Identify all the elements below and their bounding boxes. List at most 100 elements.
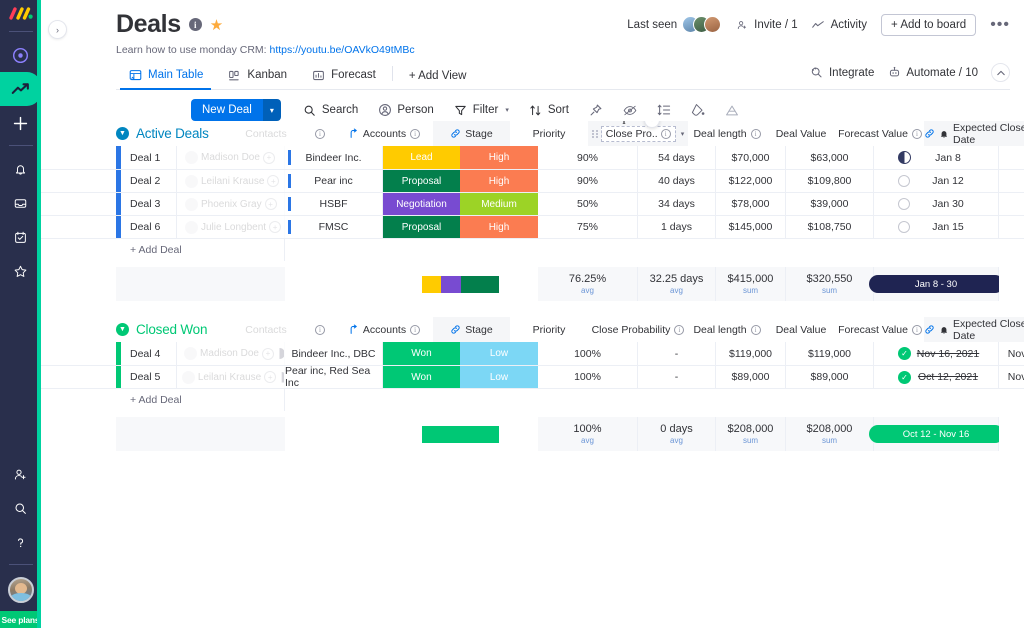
stage-status-label[interactable]: Won — [383, 366, 460, 388]
info-icon[interactable]: i — [750, 128, 761, 139]
add-deal-row[interactable]: + Add Deal — [41, 238, 1024, 261]
priority-status-label[interactable]: High — [460, 146, 538, 169]
column-header-contacts[interactable]: Contacts — [227, 317, 305, 342]
deal-value-cell[interactable]: $145,000 — [716, 216, 786, 238]
table-row[interactable]: Deal 2 Leilani Krause + Pear inc Proposal Hig… — [41, 169, 1024, 192]
deal-length-cell[interactable]: - — [638, 366, 716, 388]
close-probability-cell[interactable]: 90% — [538, 170, 638, 192]
collapse-header-button[interactable] — [991, 63, 1010, 82]
stage-status-label[interactable]: Proposal — [383, 170, 460, 192]
drag-handle-icon[interactable] — [591, 128, 598, 139]
column-header-close-probability[interactable]: Close Pro..i▾↕I — [588, 121, 688, 146]
column-header-forecast-value[interactable]: Forecast Value i — [836, 121, 924, 146]
add-view-button[interactable]: + Add View — [397, 65, 479, 89]
hide-columns-button[interactable] — [615, 99, 645, 121]
column-header-deal-length[interactable]: Deal length i — [688, 121, 766, 146]
close-date-cell[interactable] — [999, 193, 1024, 215]
automate-button[interactable]: Automate / 10 — [887, 66, 978, 80]
date-empty-icon[interactable] — [898, 221, 910, 233]
sidebar-item-add[interactable] — [0, 106, 41, 140]
add-deal-label[interactable]: + Add Deal — [121, 239, 285, 261]
close-date-cell[interactable] — [999, 216, 1024, 238]
stage-status-label[interactable]: Proposal — [383, 216, 460, 238]
table-row[interactable]: Deal 4 Madison Doe + Bindeer Inc., DBC Won Lo… — [41, 342, 1024, 365]
table-row[interactable]: Deal 3 Phoenix Gray + HSBF Negotiation Medium… — [41, 192, 1024, 215]
column-header-stage[interactable]: Stage — [433, 121, 510, 146]
column-header-accounts[interactable]: Accounts i — [335, 121, 433, 146]
tab-main-table[interactable]: Main Table — [116, 63, 215, 90]
group-title[interactable]: Closed Won — [136, 322, 227, 337]
column-title-input[interactable]: Close Pro.. i — [600, 125, 676, 142]
board-more-menu-icon[interactable]: ••• — [990, 16, 1010, 32]
contacts-cell[interactable]: Phoenix Gray + — [177, 193, 285, 215]
column-header-close-probability[interactable]: Close Probability i — [588, 317, 688, 342]
priority-cell[interactable]: Low — [460, 366, 538, 388]
pin-button[interactable] — [581, 99, 611, 121]
close-probability-cell[interactable]: 90% — [538, 146, 638, 169]
info-icon[interactable]: i — [410, 128, 421, 139]
info-icon[interactable]: i — [410, 324, 421, 335]
avatar[interactable] — [7, 577, 34, 603]
accounts-cell[interactable]: Pear inc, Red Sea Inc — [285, 366, 383, 388]
expected-close-date-cell[interactable]: Jan 30 — [874, 193, 999, 215]
expand-sidebar-button[interactable]: › — [48, 20, 67, 39]
monday-logo[interactable] — [8, 7, 33, 20]
accounts-cell[interactable]: Bindeer Inc. — [285, 146, 383, 169]
stage-cell[interactable]: Lead — [383, 146, 460, 169]
stage-status-label[interactable]: Won — [383, 342, 460, 365]
info-icon[interactable]: i — [911, 128, 922, 139]
deal-value-cell[interactable]: $70,000 — [716, 146, 786, 169]
colorize-button[interactable] — [683, 99, 713, 121]
summary-stage-battery[interactable] — [383, 417, 538, 451]
deal-length-cell[interactable]: 34 days — [638, 193, 716, 215]
deal-length-cell[interactable]: 1 days — [638, 216, 716, 238]
deal-name-cell[interactable]: Deal 4 — [121, 342, 177, 365]
add-contact-icon[interactable]: + — [262, 151, 275, 164]
summary-stage-battery[interactable] — [383, 267, 538, 301]
forecast-value-cell[interactable]: $109,800 — [786, 170, 874, 192]
sidebar-item-my-work[interactable] — [0, 220, 41, 254]
column-header-contacts-info[interactable]: i — [305, 121, 335, 146]
column-header-accounts[interactable]: Accounts i — [335, 317, 433, 342]
add-contact-icon[interactable]: + — [264, 371, 277, 383]
table-row[interactable]: Deal 5 Leilani Krause + Pear inc, Red Sea I… — [41, 365, 1024, 388]
expected-close-date-cell[interactable]: ✓ Oct 12, 2021 — [874, 366, 999, 388]
row-height-button[interactable] — [649, 99, 679, 121]
forecast-value-cell[interactable]: $63,000 — [786, 146, 874, 169]
sidebar-item-notifications[interactable] — [0, 152, 41, 186]
forecast-value-cell[interactable]: $119,000 — [786, 342, 874, 365]
column-header-expected-close-date[interactable]: Expected Close Datei — [924, 317, 1024, 342]
close-probability-cell[interactable]: 100% — [538, 342, 638, 365]
info-icon[interactable]: i — [911, 324, 922, 335]
new-deal-dropdown-icon[interactable]: ▾ — [262, 99, 281, 121]
integrate-button[interactable]: Integrate — [810, 66, 874, 80]
column-header-deal-value[interactable]: Deal Value — [766, 317, 836, 342]
group-collapse-icon[interactable]: ▼ — [116, 127, 129, 140]
summary-date-range-pill[interactable]: Jan 8 - 30 — [868, 275, 1004, 293]
priority-cell[interactable]: Low — [460, 342, 538, 365]
deal-name-cell[interactable]: Deal 5 — [121, 366, 177, 388]
person-filter-button[interactable]: Person — [370, 99, 441, 121]
tutorial-link[interactable]: https://youtu.be/OAVkO49tMBc — [270, 44, 415, 56]
group-collapse-icon[interactable]: ▼ — [116, 323, 129, 336]
activity-button[interactable]: Activity — [812, 18, 867, 32]
add-contact-icon[interactable]: + — [261, 347, 274, 360]
priority-status-label[interactable]: Low — [460, 342, 538, 365]
sidebar-item-invite-members[interactable] — [0, 457, 41, 491]
date-done-icon[interactable]: ✓ — [898, 347, 911, 360]
deal-value-cell[interactable]: $122,000 — [716, 170, 786, 192]
info-icon[interactable]: i — [315, 128, 325, 139]
stage-cell[interactable]: Won — [383, 342, 460, 365]
column-header-stage[interactable]: Stage — [433, 317, 510, 342]
deal-value-cell[interactable]: $119,000 — [716, 342, 786, 365]
invite-button[interactable]: Invite / 1 — [735, 18, 798, 32]
priority-cell[interactable]: High — [460, 146, 538, 169]
sidebar-item-home[interactable] — [0, 38, 41, 72]
expected-close-date-cell[interactable]: Jan 15 — [874, 216, 999, 238]
priority-status-label[interactable]: Low — [460, 366, 538, 388]
tab-kanban[interactable]: Kanban — [215, 63, 299, 89]
contacts-cell[interactable]: Julie Longbent + — [177, 216, 285, 238]
stage-cell[interactable]: Proposal — [383, 216, 460, 238]
sort-button[interactable]: Sort — [521, 99, 577, 121]
board-info-icon[interactable]: i — [188, 18, 202, 31]
